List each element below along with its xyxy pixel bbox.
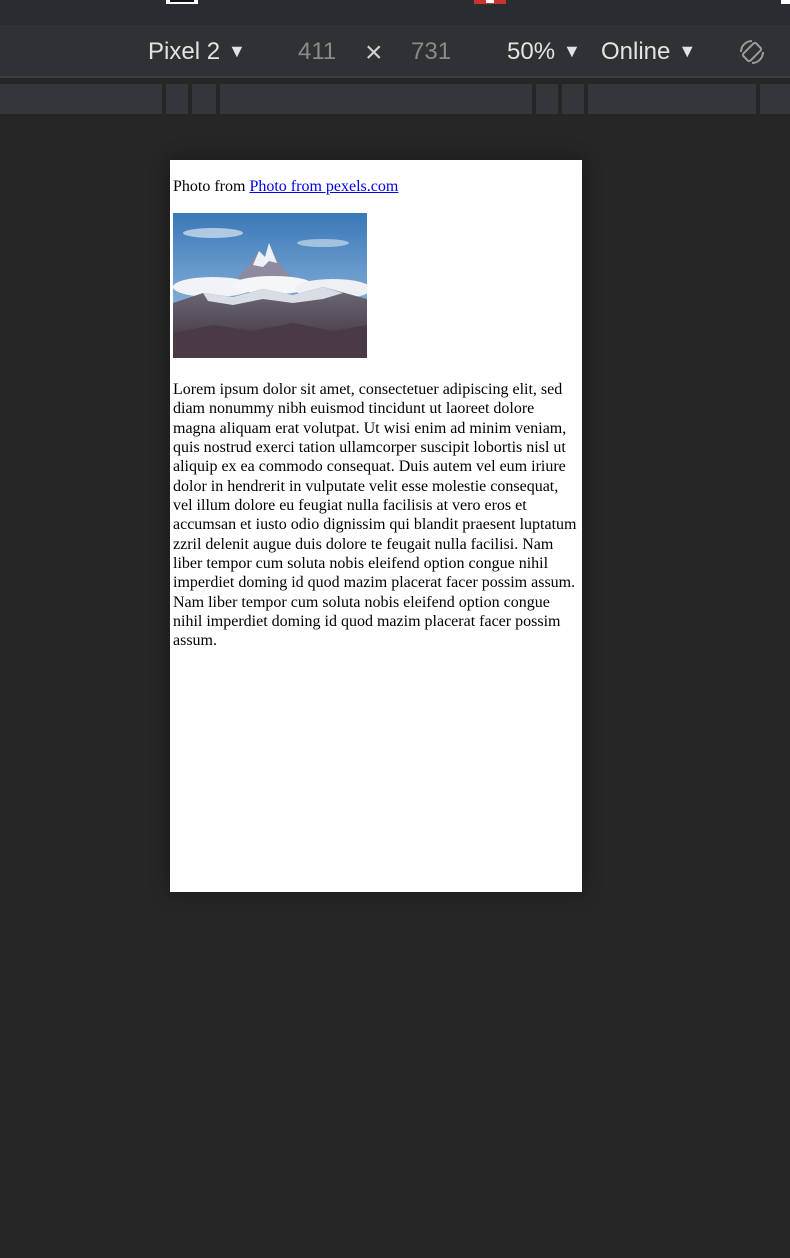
dropdown-caret-icon: ▼	[678, 41, 697, 61]
rotate-button[interactable]	[736, 36, 768, 68]
media-query-segment[interactable]	[536, 84, 558, 114]
media-query-segment[interactable]	[0, 84, 162, 114]
media-query-segment[interactable]	[562, 84, 584, 114]
device-select-label: Pixel 2	[148, 37, 221, 65]
zoom-select[interactable]: 50% ▼	[507, 25, 581, 78]
media-query-segment[interactable]	[220, 84, 532, 114]
dimension-times-icon: ×	[365, 35, 383, 69]
window-chrome-strip	[0, 0, 790, 25]
panel-icon[interactable]	[781, 0, 790, 4]
media-query-bar	[0, 80, 790, 116]
width-input[interactable]	[298, 35, 358, 69]
photo-credit-link[interactable]: Photo from pexels.com	[249, 178, 398, 195]
device-toolbar: Pixel 2 ▼ × 50% ▼ Online ▼	[0, 25, 790, 78]
mountain-photo	[173, 213, 367, 358]
device-screen: Photo from Photo from pexels.com Lorem i…	[170, 160, 582, 892]
dropdown-caret-icon: ▼	[228, 41, 246, 61]
page-content: Photo from Photo from pexels.com Lorem i…	[170, 160, 582, 651]
emulation-viewport: Photo from Photo from pexels.com Lorem i…	[0, 116, 790, 1258]
media-query-segment[interactable]	[760, 84, 790, 114]
photo-credit: Photo from Photo from pexels.com	[173, 177, 579, 197]
record-icon[interactable]	[474, 0, 506, 4]
photo-credit-prefix: Photo from	[173, 178, 246, 195]
media-query-segment[interactable]	[192, 84, 216, 114]
tab-favicon-icon[interactable]	[166, 0, 198, 4]
network-throttle-select[interactable]: Online ▼	[601, 25, 696, 78]
dropdown-caret-icon: ▼	[563, 41, 581, 61]
rotate-icon	[740, 40, 764, 64]
network-select-label: Online	[601, 37, 671, 65]
zoom-select-label: 50%	[507, 37, 556, 65]
body-paragraph: Lorem ipsum dolor sit amet, consectetuer…	[173, 381, 577, 650]
media-query-segment[interactable]	[166, 84, 188, 114]
media-query-segment[interactable]	[588, 84, 756, 114]
device-select[interactable]: Pixel 2 ▼	[148, 25, 246, 78]
height-input[interactable]	[411, 35, 471, 69]
